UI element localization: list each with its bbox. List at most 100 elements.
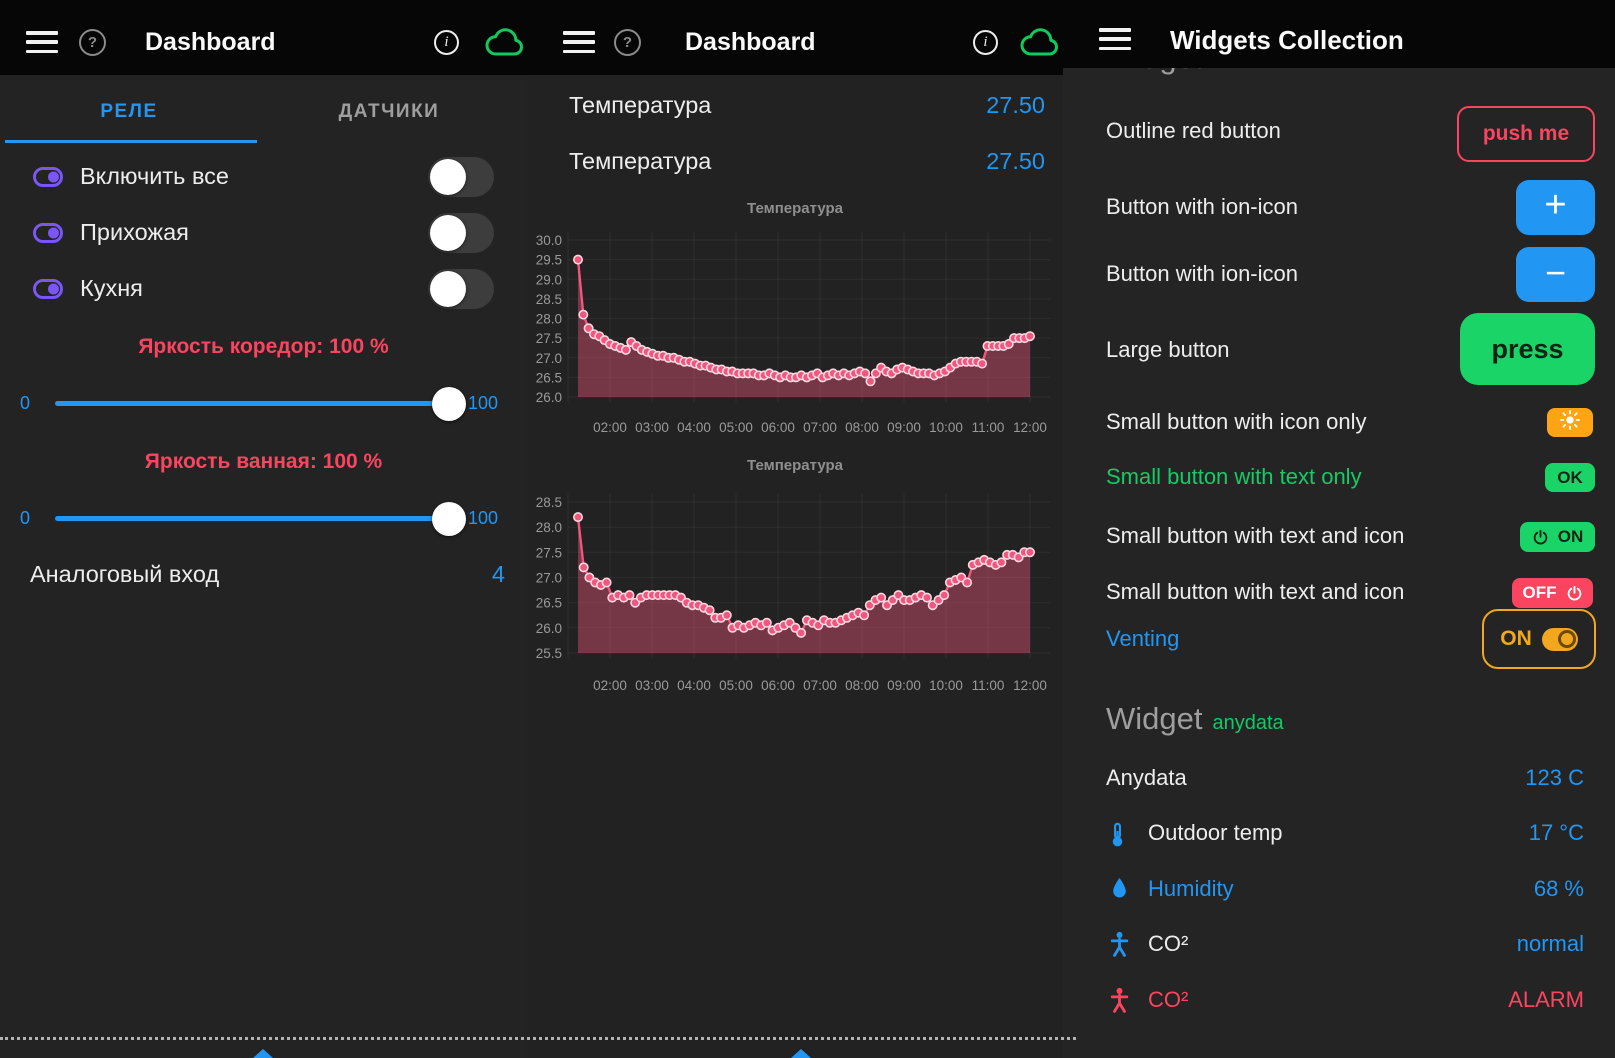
slider-title: Яркость ванная: 100 % <box>0 450 527 474</box>
dotted-separator <box>0 1037 1076 1040</box>
cloud-status-icon[interactable] <box>1020 28 1062 63</box>
menu-icon[interactable] <box>563 31 595 53</box>
minus-button[interactable]: − <box>1516 247 1595 302</box>
temperature-chart-1: 30.029.529.028.528.027.527.026.526.002:0… <box>527 226 1077 438</box>
analog-input-label: Аналоговый вход <box>30 561 219 588</box>
data-row-value: 17 °C <box>1529 820 1584 846</box>
help-icon[interactable]: ? <box>79 29 106 56</box>
svg-text:07:00: 07:00 <box>803 420 837 435</box>
svg-text:10:00: 10:00 <box>929 420 963 435</box>
page-title: Dashboard <box>685 28 816 57</box>
svg-text:05:00: 05:00 <box>719 678 753 693</box>
switch-hallway-toggle[interactable] <box>428 213 494 253</box>
widget-row-label: Small button with text and icon <box>1106 579 1404 605</box>
slider-knob[interactable] <box>432 387 466 421</box>
left-app-bar: ? Dashboard i <box>0 0 527 75</box>
slider-min-label: 0 <box>20 393 30 414</box>
svg-text:08:00: 08:00 <box>845 420 879 435</box>
clipped-section-heading: Widget buttons <box>1106 68 1406 86</box>
switch-all-toggle[interactable] <box>428 157 494 197</box>
middle-dashboard-panel: ? Dashboard i Температура 27.50 Температ… <box>527 0 1063 1058</box>
ok-button[interactable]: OK <box>1545 463 1595 492</box>
svg-text:10:00: 10:00 <box>929 678 963 693</box>
data-row-value: normal <box>1517 931 1584 957</box>
relay-icon <box>33 223 63 248</box>
widget-row-label: Button with ion-icon <box>1106 194 1298 220</box>
menu-icon[interactable] <box>26 31 58 53</box>
switch-row-label: Включить все <box>80 163 229 190</box>
section-word: Widget <box>1106 68 1202 75</box>
slider-knob[interactable] <box>432 502 466 536</box>
page-title: Widgets Collection <box>1170 25 1404 56</box>
widget-row-label: Venting <box>1106 626 1179 652</box>
tab-sensors[interactable]: ДАТЧИКИ <box>258 101 520 123</box>
svg-text:28.5: 28.5 <box>536 292 562 307</box>
on-button[interactable]: ON <box>1520 522 1595 552</box>
plus-button[interactable]: + <box>1516 180 1595 235</box>
widget-row-label: Outline red button <box>1106 118 1281 144</box>
svg-text:03:00: 03:00 <box>635 678 669 693</box>
svg-text:26.5: 26.5 <box>536 596 562 611</box>
info-icon[interactable]: i <box>434 30 459 55</box>
section-word: Widget <box>1106 701 1202 736</box>
reading-value: 27.50 <box>847 92 1045 119</box>
data-row-label: Humidity <box>1148 876 1234 902</box>
data-row-value: ALARM <box>1508 987 1584 1013</box>
svg-text:28.5: 28.5 <box>536 495 562 510</box>
reading-label: Температура <box>569 92 711 119</box>
svg-text:04:00: 04:00 <box>677 420 711 435</box>
right-app-bar: Widgets Collection <box>1063 0 1615 68</box>
brightness-bathroom-slider[interactable] <box>55 516 462 521</box>
section-tag: buttons <box>1212 68 1278 73</box>
active-tab-underline <box>5 140 257 143</box>
slider-max-label: 100 <box>468 508 498 529</box>
brightness-corridor-slider[interactable] <box>55 401 462 406</box>
analog-input-value: 4 <box>340 561 505 588</box>
svg-text:28.0: 28.0 <box>536 312 562 327</box>
svg-text:27.0: 27.0 <box>536 571 562 586</box>
cloud-status-icon[interactable] <box>485 28 527 63</box>
power-icon <box>1566 585 1583 602</box>
info-icon[interactable]: i <box>973 30 998 55</box>
svg-text:26.5: 26.5 <box>536 370 562 385</box>
relay-icon <box>33 279 63 304</box>
svg-text:03:00: 03:00 <box>635 420 669 435</box>
thermometer-icon <box>1110 822 1125 852</box>
section-tag: anydata <box>1212 712 1283 734</box>
section-heading: Widget anydata <box>1106 701 1284 737</box>
slider-title: Яркость коредор: 100 % <box>0 335 527 359</box>
press-button[interactable]: press <box>1460 313 1595 385</box>
slider-max-label: 100 <box>468 393 498 414</box>
svg-text:11:00: 11:00 <box>972 678 1005 693</box>
svg-text:09:00: 09:00 <box>887 678 921 693</box>
droplet-icon <box>1111 877 1128 905</box>
svg-text:29.5: 29.5 <box>536 253 562 268</box>
sun-button[interactable] <box>1547 408 1593 437</box>
left-dashboard-panel: ? Dashboard i РЕЛЕ ДАТЧИКИ Включить все … <box>0 0 527 1058</box>
off-button[interactable]: OFF <box>1512 578 1593 608</box>
help-icon[interactable]: ? <box>614 29 641 56</box>
svg-text:07:00: 07:00 <box>803 678 837 693</box>
svg-text:05:00: 05:00 <box>719 420 753 435</box>
menu-icon[interactable] <box>1099 28 1131 50</box>
data-row-value: 123 C <box>1525 765 1584 791</box>
data-row-label: CO² <box>1148 931 1188 957</box>
tab-relays[interactable]: РЕЛЕ <box>0 101 258 123</box>
temperature-chart-2: 28.528.027.527.026.526.025.502:0003:0004… <box>527 487 1077 701</box>
svg-text:27.5: 27.5 <box>536 545 562 560</box>
svg-text:02:00: 02:00 <box>593 420 627 435</box>
slider-min-label: 0 <box>20 508 30 529</box>
chart-title: Температура <box>527 200 1063 217</box>
switch-row-label: Прихожая <box>80 219 189 246</box>
svg-text:30.0: 30.0 <box>536 233 562 248</box>
toggle-on-icon <box>1542 628 1578 651</box>
widget-row-label: Large button <box>1106 337 1230 363</box>
venting-button[interactable]: ON <box>1482 609 1596 669</box>
push-me-button[interactable]: push me <box>1457 106 1595 162</box>
switch-kitchen-toggle[interactable] <box>428 269 494 309</box>
person-icon <box>1109 987 1130 1019</box>
svg-text:11:00: 11:00 <box>972 420 1005 435</box>
svg-text:28.0: 28.0 <box>536 520 562 535</box>
switch-row-label: Кухня <box>80 275 143 302</box>
svg-text:27.0: 27.0 <box>536 351 562 366</box>
